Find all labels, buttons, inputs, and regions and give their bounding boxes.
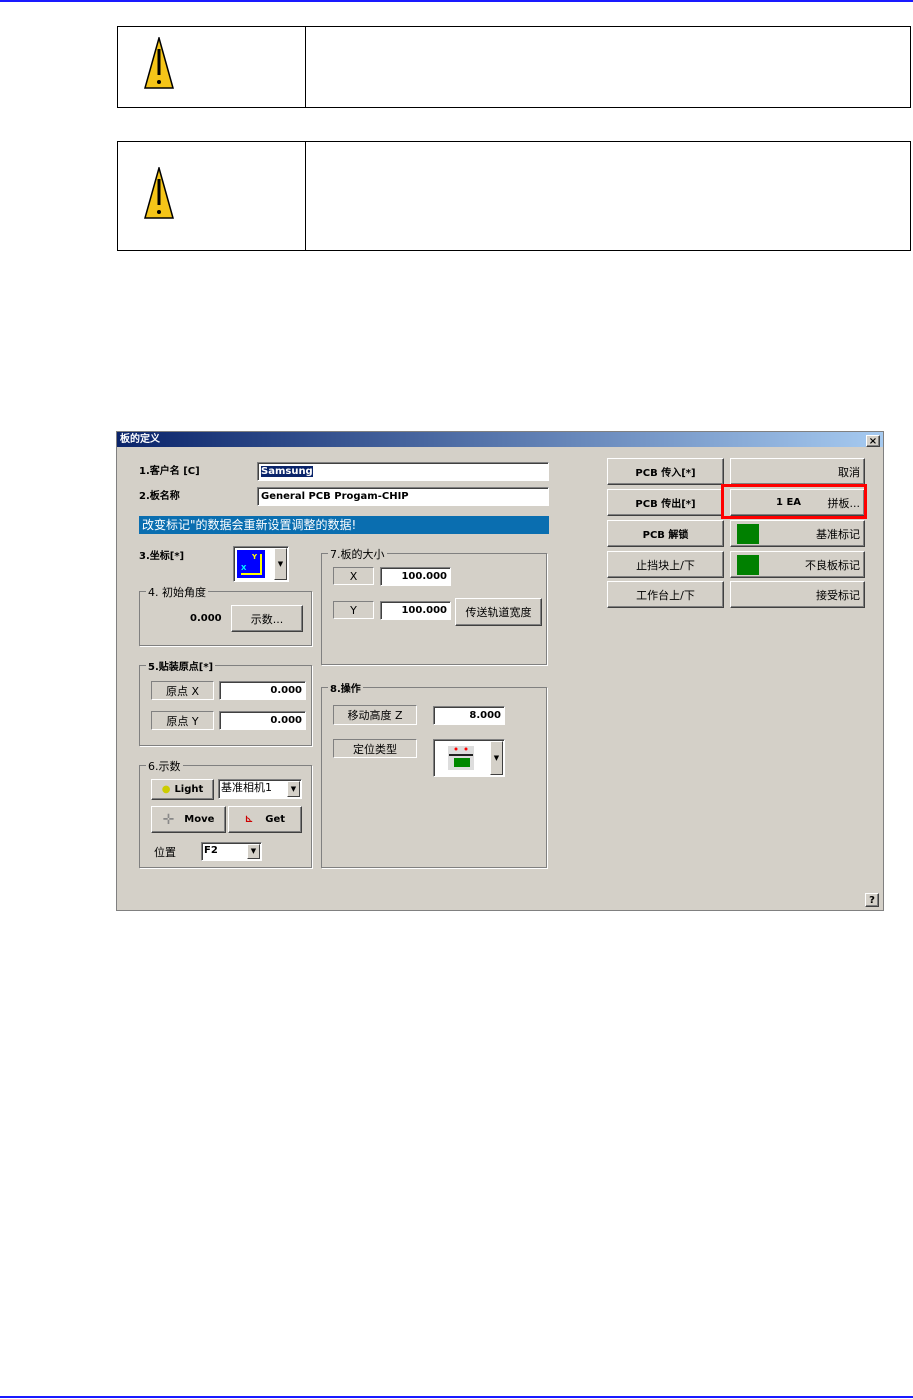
status-indicator: [737, 524, 759, 544]
chevron-down-icon: ▼: [287, 781, 300, 797]
angle-label: 4. 初始角度: [146, 584, 208, 600]
stopper-button[interactable]: 止挡块上/下: [607, 551, 724, 578]
size-x-input[interactable]: 100.000: [380, 567, 451, 586]
warning-icon: [118, 142, 306, 250]
pcb-in-button[interactable]: PCB 传入[*]: [607, 458, 724, 485]
size-y-label: Y: [333, 601, 374, 619]
origin-y-label: 原点 Y: [151, 711, 214, 730]
angle-value: 0.000: [190, 613, 222, 624]
get-button[interactable]: ⊾ Get: [228, 806, 302, 833]
fiducial-mark-button[interactable]: 基准标记: [730, 520, 865, 547]
light-bulb-icon: ●: [161, 784, 171, 795]
origin-y-input[interactable]: 0.000: [219, 711, 306, 730]
move-button[interactable]: ✛ Move: [151, 806, 226, 833]
operation-group: 8.操作 移动高度 Z 8.000 定位类型 ▼: [321, 680, 547, 868]
accept-mark-button[interactable]: 接受标记: [730, 581, 865, 608]
cancel-button[interactable]: 取消: [730, 458, 865, 485]
svg-text:Y: Y: [251, 553, 258, 561]
top-rule: [0, 0, 913, 2]
help-button[interactable]: ?: [865, 893, 879, 907]
highlight-box: [721, 484, 867, 519]
board-name-input[interactable]: General PCB Progam-CHIP: [257, 487, 549, 506]
move-height-label: 移动高度 Z: [333, 705, 417, 725]
table-button[interactable]: 工作台上/下: [607, 581, 724, 608]
locate-type-icon: [448, 746, 474, 770]
pcb-unlock-button[interactable]: PCB 解锁: [607, 520, 724, 547]
coord-combo[interactable]: YX ▼: [233, 546, 289, 582]
camera-value: 基准相机1: [221, 781, 272, 794]
size-x-label: X: [333, 567, 374, 585]
move-label: Move: [184, 814, 215, 825]
size-y-input[interactable]: 100.000: [380, 601, 451, 620]
customer-value: Samsung: [261, 466, 313, 477]
board-definition-dialog: 板的定义 × 1.客户名 [C] Samsung 2.板名称 General P…: [116, 431, 884, 911]
origin-x-input[interactable]: 0.000: [219, 681, 306, 700]
close-button[interactable]: ×: [866, 435, 880, 447]
warning-banner: 改变标记"的数据会重新设置调整的数据!: [139, 516, 549, 534]
operation-label: 8.操作: [328, 680, 363, 695]
move-height-input[interactable]: 8.000: [433, 706, 505, 725]
chevron-down-icon: ▼: [490, 741, 503, 775]
warning-box-1: [117, 26, 911, 108]
teach-label: 6.示数: [146, 758, 183, 774]
position-select[interactable]: F2 ▼: [201, 842, 262, 861]
status-indicator: [737, 555, 759, 575]
move-arrows-icon: ✛: [162, 811, 175, 828]
get-position-icon: ⊾: [244, 814, 254, 825]
coordinate-axes-icon: YX: [237, 550, 265, 578]
coord-label: 3.坐标[*]: [139, 551, 185, 562]
board-size-group: 7.板的大小 X 100.000 Y 100.000 传送轨道宽度: [321, 546, 547, 665]
board-name-label: 2.板名称: [139, 491, 180, 502]
position-label: 位置: [154, 846, 176, 859]
get-label: Get: [265, 814, 286, 825]
chevron-down-icon: ▼: [247, 844, 260, 859]
rail-width-button[interactable]: 传送轨道宽度: [455, 598, 542, 626]
light-button[interactable]: ● Light: [151, 779, 214, 800]
bottom-rule: [0, 1396, 913, 1398]
warning-box-2: [117, 141, 911, 251]
svg-text:X: X: [241, 564, 247, 572]
teach-group: 6.示数 ● Light 基准相机1 ▼ ✛ Move ⊾ Get 位置 F2 ▼: [139, 758, 312, 868]
pcb-out-button[interactable]: PCB 传出[*]: [607, 489, 724, 516]
camera-select[interactable]: 基准相机1 ▼: [218, 779, 302, 799]
board-size-label: 7.板的大小: [328, 546, 387, 562]
warning-icon: [118, 27, 306, 107]
customer-label: 1.客户名 [C]: [139, 466, 200, 477]
origin-x-label: 原点 X: [151, 681, 214, 700]
locate-type-combo[interactable]: ▼: [433, 739, 505, 777]
bad-mark-label: 不良板标记: [805, 558, 860, 572]
fiducial-label: 基准标记: [816, 527, 860, 541]
origin-group: 5.贴装原点[*] 原点 X 0.000 原点 Y 0.000: [139, 658, 312, 746]
angle-teach-button[interactable]: 示数...: [231, 605, 303, 632]
angle-group: 4. 初始角度 0.000 示数...: [139, 584, 312, 646]
dialog-title: 板的定义: [117, 432, 883, 447]
chevron-down-icon: ▼: [274, 548, 287, 580]
origin-label: 5.贴装原点[*]: [146, 658, 216, 673]
locate-type-label: 定位类型: [333, 739, 417, 758]
light-label: Light: [174, 784, 204, 795]
position-value: F2: [204, 845, 218, 856]
bad-mark-button[interactable]: 不良板标记: [730, 551, 865, 578]
customer-input[interactable]: Samsung: [257, 462, 549, 481]
